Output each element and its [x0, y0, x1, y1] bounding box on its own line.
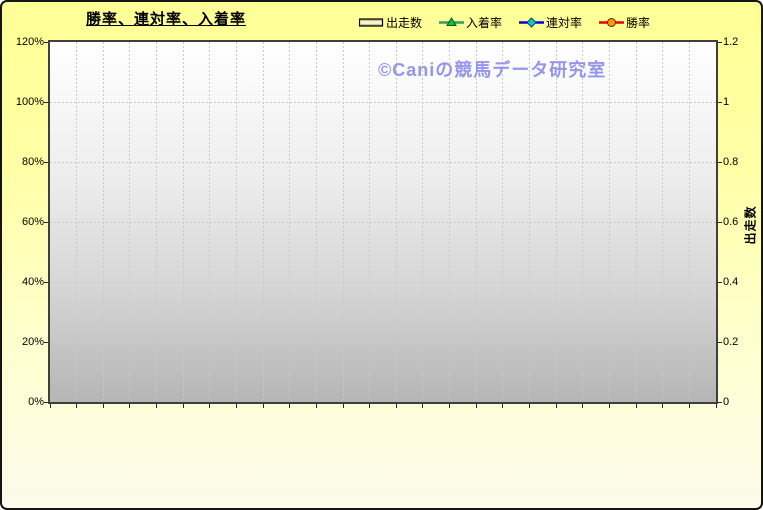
y-axis-right-label: 0: [723, 395, 763, 409]
horizontal-gridline: [50, 342, 716, 343]
y-left-axis-tick: [44, 42, 48, 43]
x-axis-tick: [129, 404, 130, 408]
y-left-axis-tick: [44, 162, 48, 163]
y-axis-left-label: 100%: [2, 95, 44, 109]
y-axis-right-title: 出走数: [742, 205, 759, 244]
legend-label-starts: 出走数: [386, 14, 422, 31]
y-right-axis-tick: [718, 402, 722, 403]
x-axis-tick: [689, 404, 690, 408]
horizontal-gridline: [50, 102, 716, 103]
y-axis-right-label: 0.4: [723, 275, 763, 289]
circle-marker-icon: [599, 17, 624, 28]
x-axis-tick: [103, 404, 104, 408]
legend-item-placing-rate[interactable]: 入着率: [439, 14, 502, 31]
x-axis-tick: [289, 404, 290, 408]
y-axis-right-label: 0.2: [723, 335, 763, 349]
y-axis-left-label: 60%: [2, 215, 44, 229]
x-axis-tick: [369, 404, 370, 408]
bar-swatch-icon: [359, 17, 384, 28]
legend-label-win-rate: 勝率: [626, 14, 650, 31]
x-axis-tick: [582, 404, 583, 408]
y-left-axis-tick: [44, 222, 48, 223]
legend-label-placing-rate: 入着率: [466, 14, 502, 31]
x-axis-tick: [209, 404, 210, 408]
y-left-axis-tick: [44, 402, 48, 403]
x-axis-tick: [529, 404, 530, 408]
x-axis-tick: [476, 404, 477, 408]
x-axis-tick: [183, 404, 184, 408]
x-axis-tick: [636, 404, 637, 408]
chart-canvas: 勝率、連対率、入着率 出走数 入着率: [0, 0, 763, 510]
watermark-text: ©Caniの競馬データ研究室: [378, 56, 606, 82]
y-right-axis-tick: [718, 222, 722, 223]
x-axis-tick: [662, 404, 663, 408]
y-left-axis-tick: [44, 342, 48, 343]
y-axis-left-label: 80%: [2, 155, 44, 169]
horizontal-gridline: [50, 282, 716, 283]
x-axis-tick: [156, 404, 157, 408]
x-axis-tick: [263, 404, 264, 408]
y-axis-right-label: 1: [723, 95, 763, 109]
y-right-axis-tick: [718, 342, 722, 343]
y-axis-left-label: 40%: [2, 275, 44, 289]
x-axis-tick: [556, 404, 557, 408]
x-axis-tick: [716, 404, 717, 408]
legend-item-starts[interactable]: 出走数: [359, 14, 422, 31]
y-right-axis-tick: [718, 162, 722, 163]
plot-area[interactable]: [48, 40, 718, 404]
horizontal-gridline: [50, 222, 716, 223]
x-axis-tick: [609, 404, 610, 408]
horizontal-gridline: [50, 162, 716, 163]
y-right-axis-tick: [718, 102, 722, 103]
x-axis-tick: [76, 404, 77, 408]
triangle-marker-icon: [439, 17, 464, 28]
x-axis-tick: [449, 404, 450, 408]
x-axis-tick: [343, 404, 344, 408]
legend-item-quinella-rate[interactable]: 連対率: [519, 14, 582, 31]
y-left-axis-tick: [44, 282, 48, 283]
legend-label-quinella-rate: 連対率: [546, 14, 582, 31]
x-axis-tick: [316, 404, 317, 408]
chart-title: 勝率、連対率、入着率: [86, 8, 246, 29]
chart-legend: 出走数 入着率 連対率 勝率: [359, 14, 650, 31]
x-axis-tick: [396, 404, 397, 408]
diamond-marker-icon: [519, 17, 544, 28]
y-left-axis-tick: [44, 102, 48, 103]
y-axis-right-label: 0.8: [723, 155, 763, 169]
y-axis-left-label: 120%: [2, 35, 44, 49]
y-axis-left-label: 20%: [2, 335, 44, 349]
x-axis-tick: [502, 404, 503, 408]
y-axis-right-label: 1.2: [723, 35, 763, 49]
x-axis-tick: [236, 404, 237, 408]
x-axis-tick: [50, 404, 51, 408]
y-right-axis-tick: [718, 42, 722, 43]
y-axis-left-label: 0%: [2, 395, 44, 409]
y-right-axis-tick: [718, 282, 722, 283]
x-axis-tick: [422, 404, 423, 408]
legend-item-win-rate[interactable]: 勝率: [599, 14, 650, 31]
